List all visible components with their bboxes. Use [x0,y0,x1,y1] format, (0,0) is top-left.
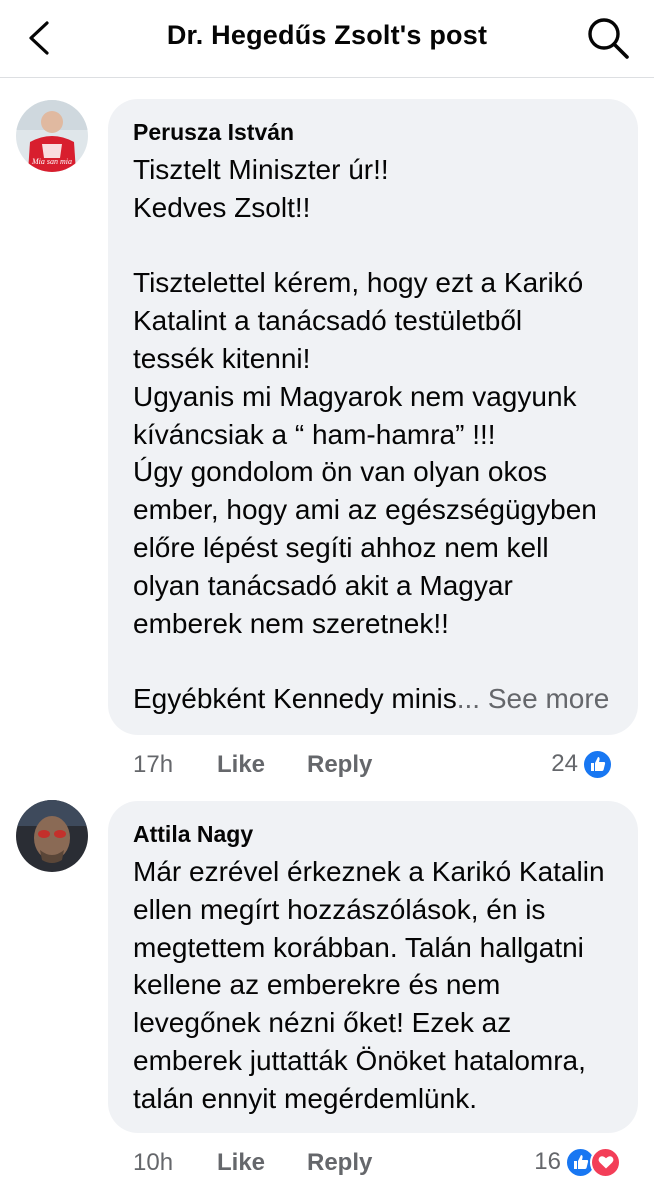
comment-text: Tisztelt Miniszter úr!! Kedves Zsolt!! T… [133,151,614,718]
comment-bubble: Perusza István Tisztelt Miniszter úr!! K… [108,99,638,735]
reaction-count: 16 [534,1148,561,1175]
like-button[interactable]: Like [217,751,265,779]
avatar[interactable] [16,800,88,872]
comment-bubble: Attila Nagy Már ezrével érkeznek a Karik… [108,801,638,1133]
ellipsis: ... [456,683,481,715]
avatar[interactable]: Mia san mia [16,100,88,172]
reply-button[interactable]: Reply [307,751,372,779]
avatar-image: Mia san mia [16,100,88,172]
reaction-count: 24 [551,750,578,777]
avatar-image [16,800,88,872]
like-button[interactable]: Like [217,1149,265,1177]
search-button[interactable] [582,12,634,64]
comment-text: Már ezrével érkeznek a Karikó Katalin el… [133,856,605,1114]
page-title: Dr. Hegedűs Zsolt's post [166,20,488,50]
search-icon [588,18,629,59]
top-bar: Dr. Hegedűs Zsolt's post [0,0,654,78]
comment-text-content: Tisztelt Miniszter úr!! Kedves Zsolt!! T… [133,154,597,715]
comment-author[interactable]: Attila Nagy [133,819,614,849]
reaction-summary[interactable]: 16 [534,1145,621,1179]
see-more-link[interactable]: See more [488,683,609,714]
avatar-caption: Mia san mia [31,157,72,166]
reply-button[interactable]: Reply [307,1149,372,1177]
like-icon [582,748,613,780]
comment-actions: 10h Like Reply 16 [133,1143,621,1183]
comment-timestamp[interactable]: 10h [133,1149,173,1177]
reaction-summary[interactable]: 24 [551,747,613,781]
comment-timestamp[interactable]: 17h [133,751,173,779]
comment-author[interactable]: Perusza István [133,117,614,147]
comment-actions: 17h Like Reply 24 [133,745,613,785]
love-icon [590,1146,621,1178]
